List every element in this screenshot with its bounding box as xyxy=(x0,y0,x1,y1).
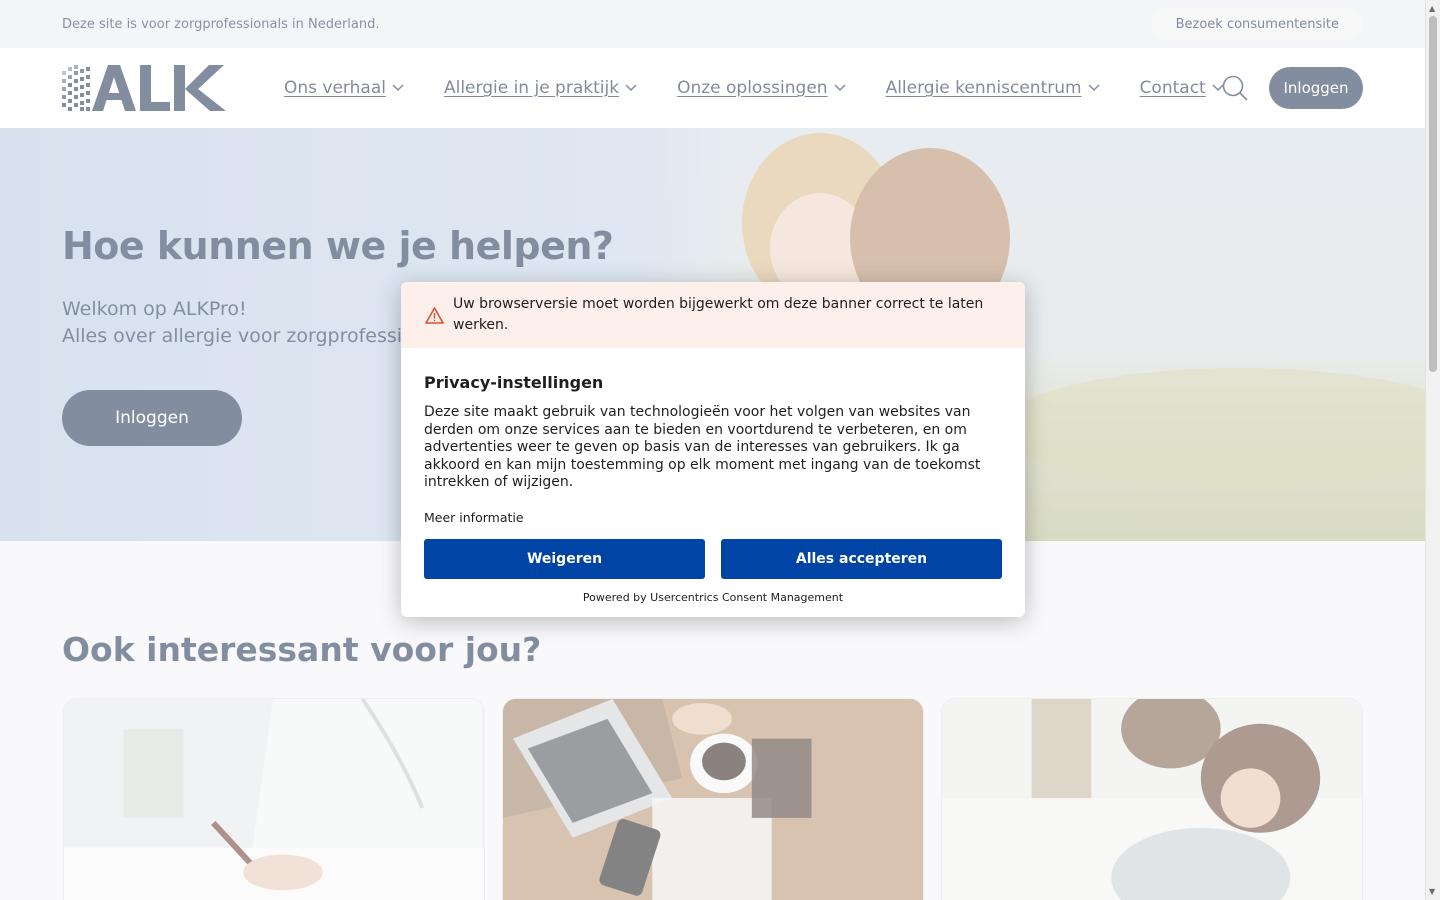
scroll-thumb[interactable] xyxy=(1429,16,1437,372)
privacy-consent-modal: Uw browserversie moet worden bijgewerkt … xyxy=(401,282,1025,617)
powered-by-text: Powered by Usercentrics Consent Manageme… xyxy=(582,591,844,604)
privacy-body: Deze site maakt gebruik van technologieë… xyxy=(424,404,981,490)
scroll-up-arrow-icon[interactable]: ▲ xyxy=(1429,4,1435,13)
accept-all-button[interactable]: Alles accepteren xyxy=(721,539,1002,579)
page-scrollbar[interactable]: ▲ ▼ xyxy=(1425,0,1440,900)
browser-warning-banner: Uw browserversie moet worden bijgewerkt … xyxy=(401,282,1025,348)
browser-warning-text: Uw browserversie moet worden bijgewerkt … xyxy=(453,296,984,333)
more-info-link[interactable]: Meer informatie xyxy=(424,510,524,525)
privacy-title: Privacy-instellingen xyxy=(424,373,604,392)
warning-icon xyxy=(425,307,444,324)
scroll-down-arrow-icon[interactable]: ▼ xyxy=(1429,887,1435,896)
refuse-button[interactable]: Weigeren xyxy=(424,539,705,579)
